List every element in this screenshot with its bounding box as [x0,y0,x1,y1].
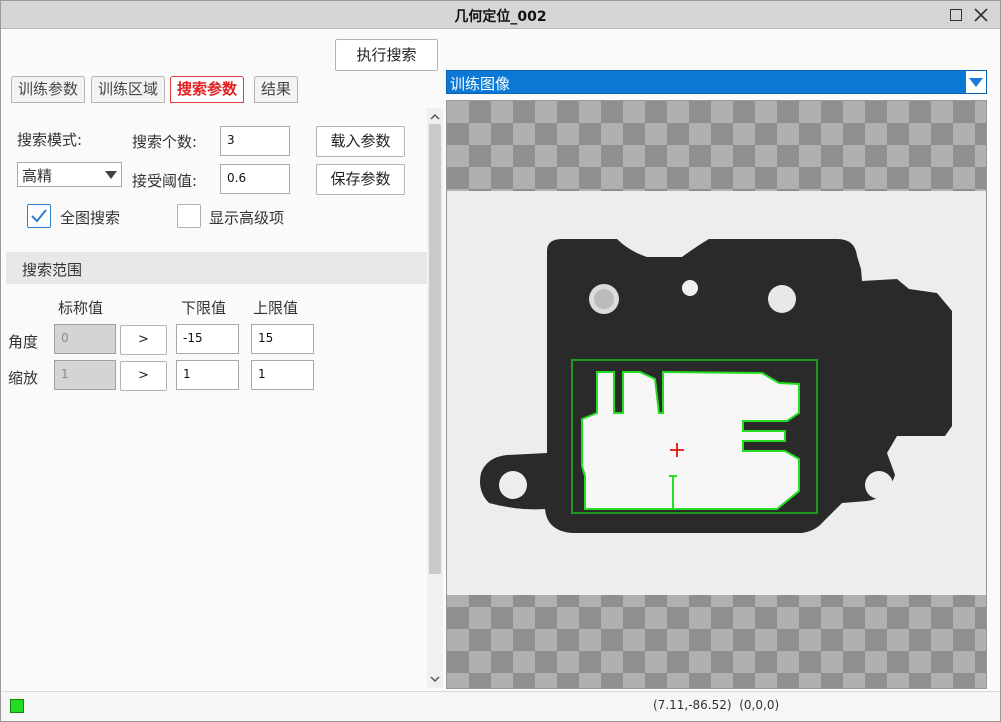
scale-nominal-input: 1 [54,360,116,390]
threshold-label: 接受阈值: [132,172,198,190]
scale-apply-button[interactable]: > [120,361,167,391]
pixel-value: (0,0,0) [739,698,780,712]
search-range-header: 搜索范围 [6,252,427,284]
search-range-title: 搜索范围 [22,261,83,279]
search-mode-label: 搜索模式: [17,131,83,149]
status-readout: (7.11,-86.52) (0,0,0) [653,698,779,712]
show-advanced-checkbox[interactable] [177,204,201,228]
load-params-button[interactable]: 载入参数 [316,126,405,157]
scroll-up-icon[interactable] [427,110,443,124]
angle-upper-input[interactable]: 15 [251,324,314,354]
col-nominal-label: 标称值 [58,299,104,317]
angle-label: 角度 [8,333,39,351]
search-mode-value: 高精 [22,167,53,185]
full-image-checkbox[interactable] [27,204,51,228]
check-icon [31,209,47,223]
image-selector-value: 训练图像 [450,75,511,93]
left-panel-scrollbar[interactable] [427,108,443,688]
status-indicator-icon [10,699,24,713]
search-count-input[interactable]: 3 [220,126,290,156]
part-image [447,191,986,595]
show-advanced-label: 显示高级项 [209,209,285,227]
scrollbar-thumb[interactable] [429,124,441,574]
maximize-icon[interactable] [946,5,966,25]
scale-label: 缩放 [8,369,39,387]
run-search-button[interactable]: 执行搜索 [335,39,438,71]
chevron-down-icon[interactable] [966,71,986,93]
window-title: 几何定位_002 [454,9,547,25]
scroll-down-icon[interactable] [427,672,443,686]
col-lower-label: 下限值 [181,299,227,317]
main-content: 执行搜索 训练参数 训练区域 搜索参数 结果 搜索模式: 高精 搜索个数: 3 … [6,30,996,691]
cursor-coords: (7.11,-86.52) [653,698,732,712]
search-count-label: 搜索个数: [132,133,198,151]
scale-lower-input[interactable]: 1 [176,360,239,390]
tab-results[interactable]: 结果 [254,76,299,103]
save-params-button[interactable]: 保存参数 [316,164,405,195]
app-window: 几何定位_002 执行搜索 训练参数 训练区域 搜索参数 结果 搜索模式: 高精… [0,0,1001,722]
tab-train-region[interactable]: 训练区域 [91,76,166,103]
full-image-label: 全图搜索 [60,209,121,227]
title-bar: 几何定位_002 [1,1,1000,29]
tab-search-params[interactable]: 搜索参数 [170,76,245,103]
image-selector[interactable]: 训练图像 [446,70,987,94]
search-mode-select[interactable]: 高精 [17,162,122,187]
angle-apply-button[interactable]: > [120,325,167,355]
close-icon[interactable] [971,5,991,25]
angle-nominal-input: 0 [54,324,116,354]
image-viewer[interactable] [446,100,987,689]
chevron-down-icon [105,171,117,179]
tab-train-params[interactable]: 训练参数 [11,76,86,103]
scale-upper-input[interactable]: 1 [251,360,314,390]
col-upper-label: 上限值 [253,299,299,317]
threshold-input[interactable]: 0.6 [220,164,290,194]
status-bar: (7.11,-86.52) (0,0,0) [1,691,1000,721]
angle-lower-input[interactable]: -15 [176,324,239,354]
